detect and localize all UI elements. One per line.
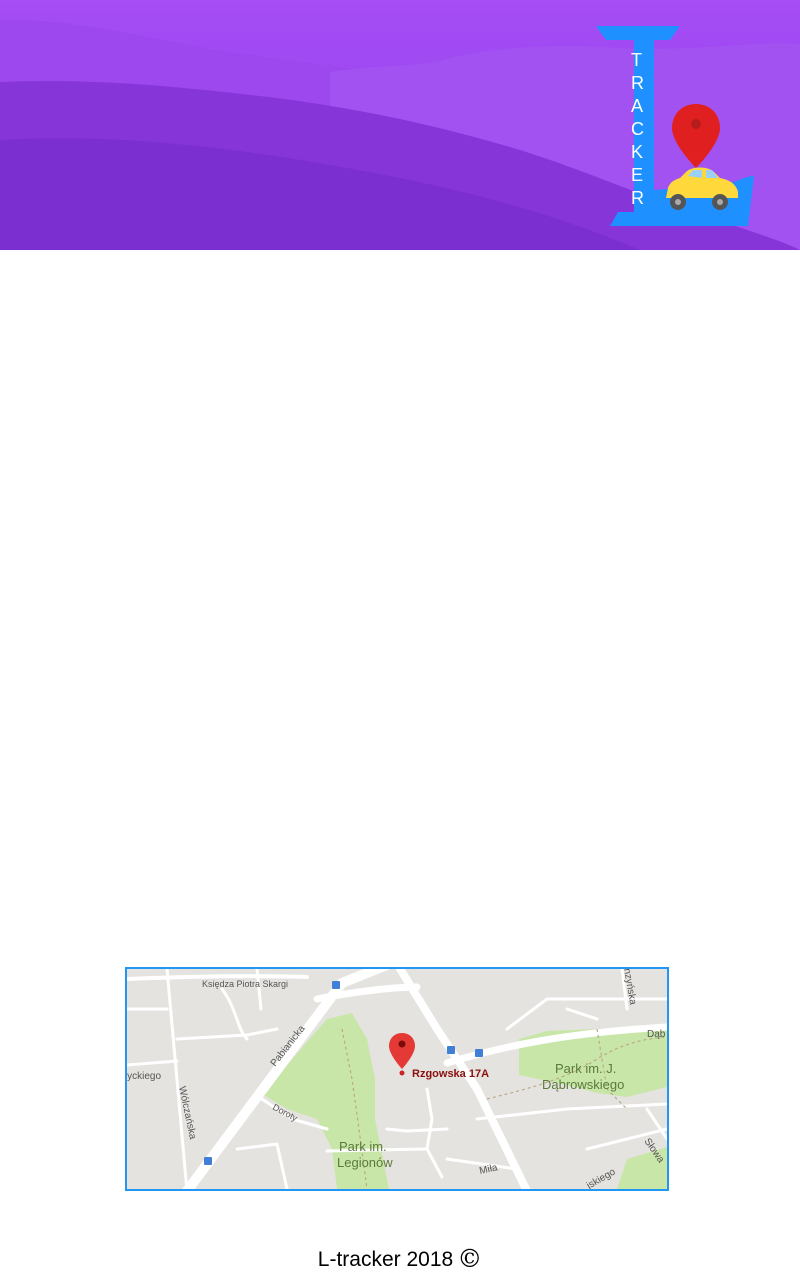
street-label-zyckiego: Życkiego	[127, 1069, 161, 1082]
park-label-dabrowskiego-2: Dąbrowskiego	[542, 1077, 624, 1092]
footer: L-tracker 2018 ©	[0, 1244, 800, 1273]
marker-label: Rzgowska 17A	[412, 1068, 489, 1080]
park-label-legionow-2: Legionów	[337, 1155, 393, 1170]
map-pin-icon	[672, 104, 720, 168]
street-label-ksiedza: Księdza Piotra Skargi	[202, 979, 288, 989]
copyright-icon: ©	[457, 1244, 483, 1273]
park-label-legionow-1: Park im.	[339, 1139, 387, 1154]
embedded-map[interactable]: Księdza Piotra Skargi Pabianicka Wólczań…	[125, 967, 669, 1191]
l-tracker-logo: T R A C K E R	[596, 26, 760, 230]
park-label-dabrowskiego-1: Park im. J.	[555, 1061, 616, 1076]
street-label-dab: Dąb	[647, 1029, 666, 1040]
footer-text: L-tracker 2018	[317, 1248, 454, 1271]
map-canvas[interactable]: Księdza Piotra Skargi Pabianicka Wólczań…	[127, 969, 667, 1189]
header-banner: T R A C K E R	[0, 0, 800, 250]
logo-tracker-text: T R A C K E R	[631, 50, 649, 208]
